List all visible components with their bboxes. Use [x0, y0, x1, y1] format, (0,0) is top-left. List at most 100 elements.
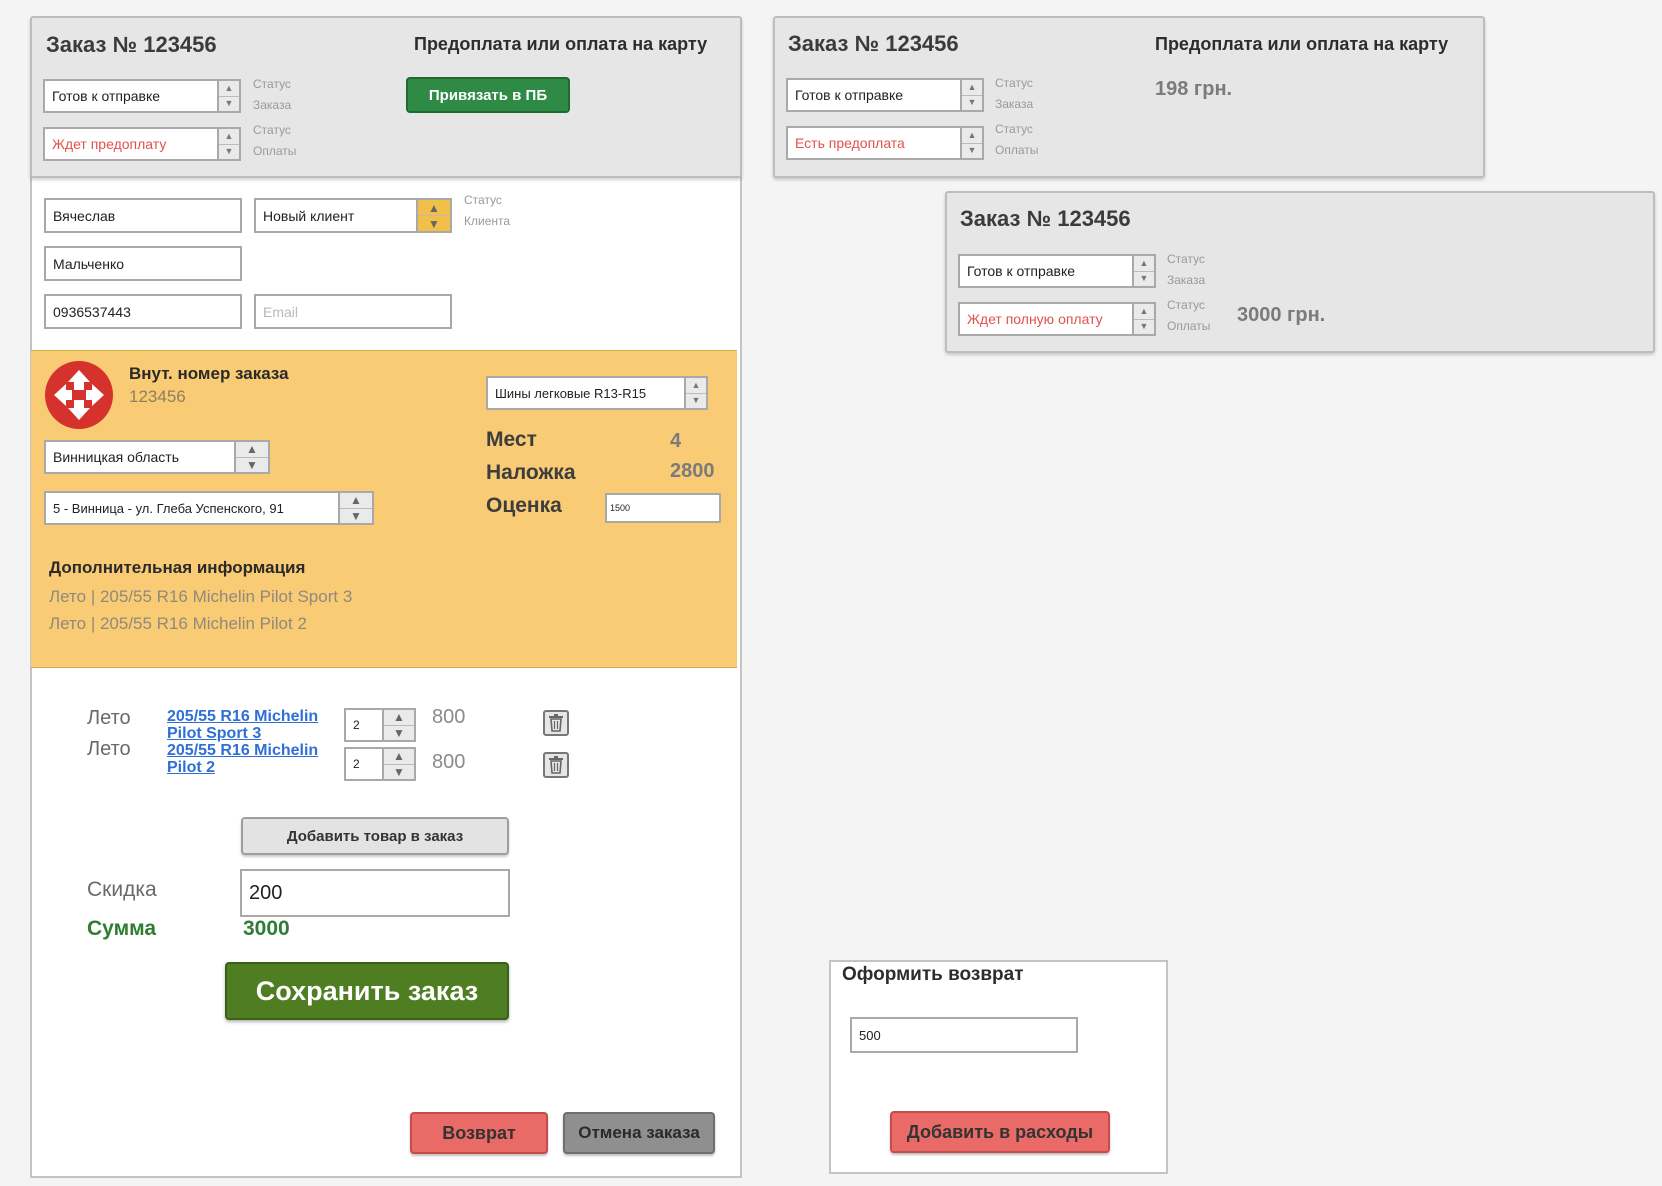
label-line: Статус — [1167, 252, 1205, 266]
spin-down-icon: ▼ — [418, 215, 450, 231]
email-field[interactable]: Email — [254, 294, 452, 329]
spin-down-icon: ▼ — [219, 143, 239, 160]
item-link-line: 205/55 R16 Michelin — [167, 742, 319, 759]
last-name-field[interactable]: Мальченко — [44, 246, 242, 281]
internal-number-label: Внут. номер заказа — [129, 364, 289, 383]
nova-poshta-logo-icon — [44, 360, 114, 430]
spin-down-icon: ▼ — [219, 95, 239, 112]
label-line: Заказа — [995, 97, 1034, 111]
item-link[interactable]: 205/55 R16 Michelin Pilot Sport 3 — [167, 708, 318, 742]
item-price: 800 — [432, 706, 466, 728]
internal-number-value: 123456 — [129, 387, 186, 406]
phone-field[interactable]: 0936537443 — [44, 294, 242, 329]
refund-title: Оформить возврат — [842, 964, 1024, 985]
spin-up-icon: ▲ — [967, 129, 977, 140]
return-button[interactable]: Возврат — [410, 1112, 548, 1154]
discount-label: Скидка — [87, 878, 157, 901]
spin-down-icon: ▼ — [962, 94, 982, 111]
bind-pb-button[interactable]: Привязать в ПБ — [406, 77, 570, 113]
payment-status-spinner[interactable]: ▲ ▼ — [219, 127, 241, 161]
cod-value: 2800 — [670, 460, 715, 482]
order-status-spinner[interactable]: ▲ ▼ — [1134, 254, 1156, 288]
item-qty-spinner[interactable]: ▲ ▼ — [384, 708, 416, 742]
spin-up-icon: ▲ — [428, 200, 440, 215]
refund-amount-field[interactable]: 500 — [850, 1017, 1078, 1053]
item-link-line: Pilot 2 — [167, 759, 216, 776]
extra-info-line: Лето | 205/55 R16 Michelin Pilot Sport 3 — [49, 587, 353, 606]
branch-select[interactable]: 5 - Винница - ул. Глеба Успенского, 91 — [44, 491, 340, 525]
payment-status-select[interactable]: Ждет полную оплату — [958, 302, 1134, 336]
trash-icon — [549, 756, 563, 774]
trash-icon — [549, 714, 563, 732]
payment-status-label: Статус Оплаты — [1167, 295, 1210, 337]
client-status-select[interactable]: Новый клиент — [254, 198, 418, 233]
order-status-label: Статус Заказа — [253, 74, 291, 116]
item-qty-field[interactable]: 2 — [344, 708, 384, 742]
delete-item-button[interactable] — [543, 710, 569, 736]
label-line: Статус — [464, 193, 502, 207]
item-link[interactable]: 205/55 R16 Michelin Pilot 2 — [167, 742, 318, 776]
label-line: Заказа — [1167, 273, 1206, 287]
label-line: Оплаты — [995, 143, 1039, 157]
payment-status-spinner[interactable]: ▲ ▼ — [1134, 302, 1156, 336]
spin-up-icon: ▲ — [393, 749, 405, 764]
label-line: Оплаты — [253, 144, 297, 158]
payment-heading: Предоплата или оплата на карту — [1155, 34, 1449, 54]
save-order-button[interactable]: Сохранить заказ — [225, 962, 509, 1020]
spin-down-icon: ▼ — [384, 724, 414, 741]
places-value: 4 — [670, 430, 682, 452]
payment-status-label: Статус Оплаты — [995, 119, 1038, 161]
cargo-type-select[interactable]: Шины легковые R13-R15 — [486, 376, 686, 410]
prepaid-amount: 198 грн. — [1155, 78, 1233, 100]
spin-up-icon: ▲ — [350, 493, 362, 508]
label-line: Клиента — [464, 214, 511, 228]
order-status-select[interactable]: Готов к отправке — [43, 79, 219, 113]
cargo-type-spinner[interactable]: ▲ ▼ — [686, 376, 708, 410]
payment-status-label: Статус Оплаты — [253, 120, 296, 162]
payment-status-spinner[interactable]: ▲ ▼ — [962, 126, 984, 160]
add-item-button[interactable]: Добавить товар в заказ — [241, 817, 509, 855]
item-season: Лето — [87, 738, 131, 760]
region-select[interactable]: Винницкая область — [44, 440, 236, 474]
label-line: Статус — [253, 77, 291, 91]
cod-label: Наложка — [486, 461, 576, 484]
region-spinner[interactable]: ▲ ▼ — [236, 440, 270, 474]
order-status-label: Статус Заказа — [995, 73, 1033, 115]
full-payment-amount: 3000 грн. — [1237, 304, 1326, 326]
label-line: Статус — [1167, 298, 1205, 312]
item-price: 800 — [432, 751, 466, 773]
branch-spinner[interactable]: ▲ ▼ — [340, 491, 374, 525]
label-line: Оплаты — [1167, 319, 1211, 333]
spin-down-icon: ▼ — [1134, 270, 1154, 287]
payment-status-select[interactable]: Есть предоплата — [786, 126, 962, 160]
order-title: Заказ № 123456 — [788, 31, 959, 56]
spin-down-icon: ▼ — [236, 456, 268, 473]
spin-up-icon: ▲ — [224, 130, 234, 141]
label-line: Статус — [995, 76, 1033, 90]
valuation-field[interactable]: 1500 — [605, 493, 721, 523]
order-status-spinner[interactable]: ▲ ▼ — [219, 79, 241, 113]
delete-item-button[interactable] — [543, 752, 569, 778]
item-qty-spinner[interactable]: ▲ ▼ — [384, 747, 416, 781]
label-line: Статус — [995, 122, 1033, 136]
first-name-field[interactable]: Вячеслав — [44, 198, 242, 233]
discount-field[interactable]: 200 — [240, 869, 510, 917]
spin-up-icon: ▲ — [246, 442, 258, 457]
cancel-order-button[interactable]: Отмена заказа — [563, 1112, 715, 1154]
order-status-label: Статус Заказа — [1167, 249, 1205, 291]
add-to-expenses-button[interactable]: Добавить в расходы — [890, 1111, 1110, 1153]
extra-info-label: Дополнительная информация — [49, 558, 306, 577]
client-status-spinner[interactable]: ▲ ▼ — [418, 198, 452, 233]
item-qty-field[interactable]: 2 — [344, 747, 384, 781]
order-status-select[interactable]: Готов к отправке — [958, 254, 1134, 288]
sum-label: Сумма — [87, 917, 157, 940]
payment-status-select[interactable]: Ждет предоплату — [43, 127, 219, 161]
client-status-label: Статус Клиента — [464, 190, 510, 232]
order-title: Заказ № 123456 — [960, 206, 1131, 231]
spin-down-icon: ▼ — [340, 507, 372, 524]
spin-up-icon: ▲ — [1139, 305, 1149, 316]
item-link-line: Pilot Sport 3 — [167, 725, 262, 742]
spin-up-icon: ▲ — [691, 379, 701, 390]
order-status-select[interactable]: Готов к отправке — [786, 78, 962, 112]
order-status-spinner[interactable]: ▲ ▼ — [962, 78, 984, 112]
